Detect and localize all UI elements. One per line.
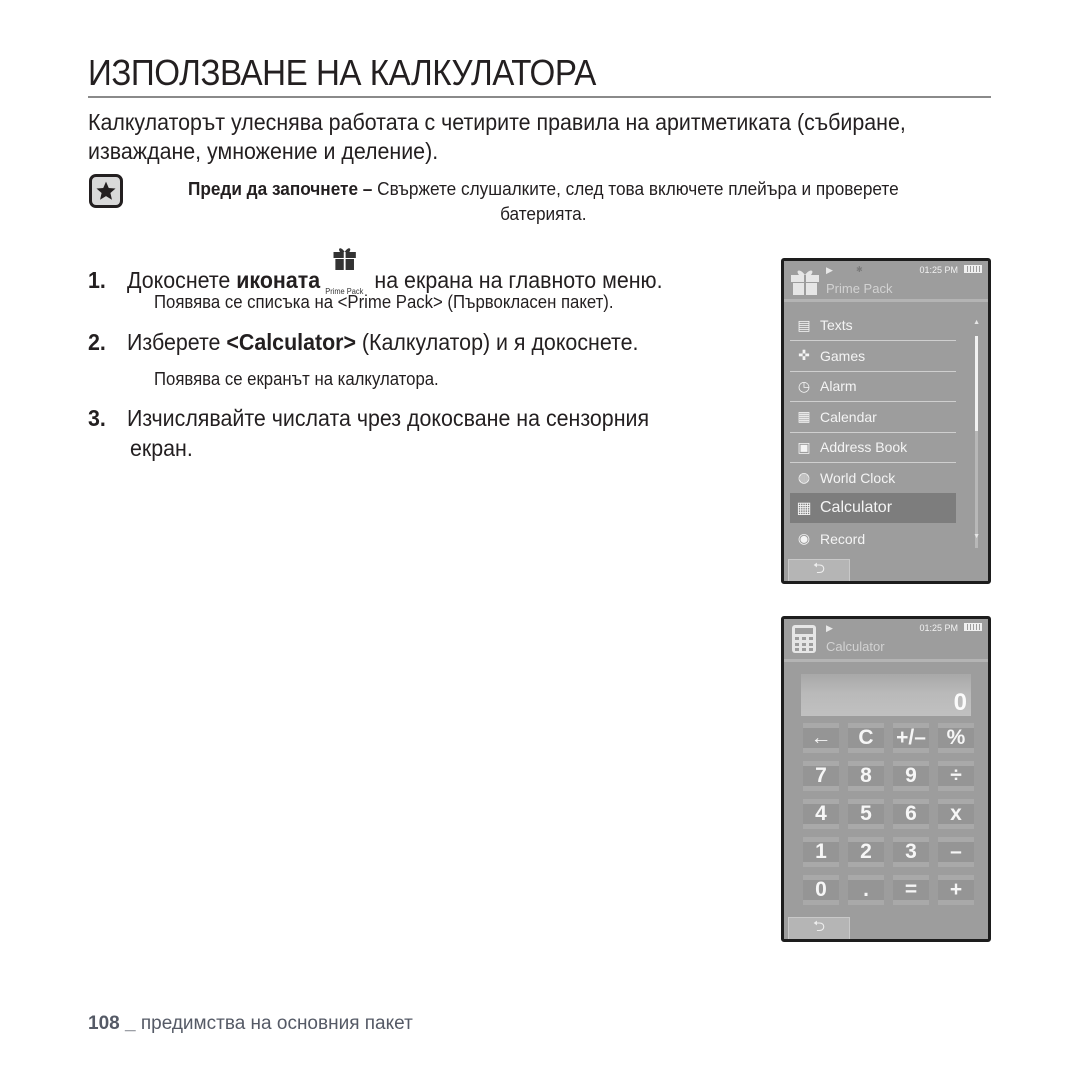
menu-item-calendar[interactable]: ▦ Calendar bbox=[790, 402, 956, 432]
star-icon bbox=[89, 174, 123, 208]
step-3: 3. Изчислявайте числата чрез докосване на… bbox=[88, 404, 649, 433]
step-text: Докоснете bbox=[127, 267, 237, 294]
menu-item-record[interactable]: ◉ Record bbox=[790, 524, 956, 554]
menu-item-world-clock[interactable]: ◍ World Clock bbox=[790, 463, 956, 493]
key-9[interactable]: 9 bbox=[893, 761, 929, 791]
key-clear[interactable]: C bbox=[848, 723, 884, 753]
key-0[interactable]: 0 bbox=[803, 875, 839, 905]
screen-title: Prime Pack bbox=[826, 281, 893, 296]
play-icon: ▶ bbox=[826, 265, 833, 275]
intro-paragraph: Калкулаторът улеснява работата с четирит… bbox=[88, 109, 906, 164]
step-text: Изберете bbox=[127, 329, 227, 355]
menu-item-texts[interactable]: ▤ Texts bbox=[790, 310, 956, 340]
note-text: Преди да започнете – Свържете слушалките… bbox=[162, 176, 925, 226]
menu-item-label: Record bbox=[820, 530, 866, 547]
step-1-result: Появява се списъка на <Prime Pack> (Първ… bbox=[154, 292, 614, 312]
key-6[interactable]: 6 bbox=[893, 799, 929, 829]
page-footer: 108 _ предимства на основния пакет bbox=[88, 1013, 413, 1035]
step-bold-text: иконата bbox=[236, 267, 321, 294]
note-label: Преди да започнете – bbox=[187, 178, 373, 199]
title-divider bbox=[88, 96, 991, 98]
microphone-icon: ◉ bbox=[797, 530, 811, 546]
calculator-screen: ▶ 01:25 PM Calculator 0 ← C +/–% 7 8 9 ÷ 4 5 6 x 1 2… bbox=[781, 616, 991, 942]
globe-icon: ◍ bbox=[797, 469, 811, 485]
key-8[interactable]: 8 bbox=[848, 761, 884, 791]
header-divider bbox=[784, 659, 988, 662]
footer-separator: _ bbox=[124, 1013, 136, 1034]
calculator-icon bbox=[790, 624, 820, 654]
key-multiply[interactable]: x bbox=[938, 799, 974, 829]
step-text: Изчислявайте числата чрез докосване на с… bbox=[127, 405, 650, 431]
page-number: 108 bbox=[88, 1013, 120, 1034]
status-bar: ▶ 01:25 PM Calculator bbox=[784, 619, 988, 657]
key-7[interactable]: 7 bbox=[803, 761, 839, 791]
menu-item-label: Texts bbox=[820, 317, 853, 333]
step-3-continued: екран. bbox=[130, 435, 193, 461]
step-bold-text: <Calculator> bbox=[226, 329, 356, 355]
calculator-icon: ▦ bbox=[796, 500, 812, 517]
menu-item-address-book[interactable]: ▣ Address Book bbox=[790, 432, 956, 462]
back-button[interactable]: ⮌ bbox=[788, 917, 850, 939]
page-title: ИЗПОЛЗВАНЕ НА КАЛКУЛАТОРА bbox=[88, 52, 596, 93]
key-minus[interactable]: – bbox=[938, 837, 974, 867]
key-5[interactable]: 5 bbox=[848, 799, 884, 829]
menu-item-label: Address Book bbox=[820, 439, 908, 455]
key-1[interactable]: 1 bbox=[803, 837, 839, 867]
bluetooth-icon: ✱ bbox=[856, 265, 863, 274]
key-backspace[interactable]: ← bbox=[803, 723, 839, 753]
menu-item-calculator[interactable]: ▦ Calculator bbox=[790, 493, 956, 523]
step-2: 2. Изберете <Calculator> (Калкулатор) и я… bbox=[88, 328, 638, 357]
step-text-end: (Калкулатор) и я докоснете. bbox=[355, 329, 639, 355]
back-arrow-icon: ⮌ bbox=[812, 918, 825, 935]
prime-pack-screen: ▶ ✱ 01:25 PM Prime Pack ▤ Texts ✜ Games ◷ Ala… bbox=[781, 258, 991, 584]
battery-icon bbox=[964, 265, 982, 273]
key-2[interactable]: 2 bbox=[848, 837, 884, 867]
back-button[interactable]: ⮌ bbox=[788, 559, 850, 581]
calculator-display: 0 bbox=[801, 674, 971, 716]
step-number: 2. bbox=[88, 329, 106, 355]
play-icon: ▶ bbox=[826, 623, 833, 633]
address-book-icon: ▣ bbox=[797, 438, 811, 455]
menu-item-label: Games bbox=[820, 347, 866, 364]
back-arrow-icon: ⮌ bbox=[812, 560, 825, 577]
menu-item-label: World Clock bbox=[820, 469, 896, 486]
clock-time: 01:25 PM bbox=[919, 265, 958, 275]
header-divider bbox=[784, 299, 988, 302]
step-2-result: Появява се екранът на калкулатора. bbox=[154, 369, 439, 389]
key-3[interactable]: 3 bbox=[893, 837, 929, 867]
key-divide[interactable]: ÷ bbox=[938, 761, 974, 791]
alarm-icon: ◷ bbox=[797, 377, 811, 394]
step-number: 1. bbox=[88, 267, 106, 294]
calendar-icon: ▦ bbox=[797, 408, 811, 424]
key-sign[interactable]: +/– bbox=[893, 723, 929, 753]
gamepad-icon: ✜ bbox=[798, 347, 810, 363]
menu-item-label: Alarm bbox=[820, 378, 857, 394]
clock-time: 01:25 PM bbox=[919, 623, 958, 633]
key-plus[interactable]: + bbox=[938, 875, 974, 905]
battery-icon bbox=[964, 623, 982, 631]
scrollbar-thumb[interactable] bbox=[975, 336, 978, 431]
key-equals[interactable]: = bbox=[893, 875, 929, 905]
menu-item-label: Calculator bbox=[820, 499, 893, 516]
section-name: предимства на основния пакет bbox=[140, 1013, 413, 1034]
gift-icon bbox=[790, 266, 820, 296]
note-body: Свържете слушалките, след това включете … bbox=[377, 178, 899, 224]
step-text-end: на екрана на главното меню. bbox=[368, 267, 663, 294]
key-percent[interactable]: % bbox=[938, 723, 974, 753]
scroll-down-arrow[interactable]: ▼ bbox=[973, 533, 980, 540]
menu-item-label: Calendar bbox=[820, 408, 877, 425]
menu-item-alarm[interactable]: ◷ Alarm bbox=[790, 371, 956, 401]
key-decimal[interactable]: . bbox=[848, 875, 884, 905]
scroll-up-arrow[interactable]: ▲ bbox=[973, 319, 980, 326]
document-icon: ▤ bbox=[797, 316, 811, 333]
step-number: 3. bbox=[88, 405, 106, 431]
menu-item-games[interactable]: ✜ Games bbox=[790, 341, 956, 371]
screen-title: Calculator bbox=[826, 639, 885, 654]
key-4[interactable]: 4 bbox=[803, 799, 839, 829]
status-bar: ▶ ✱ 01:25 PM Prime Pack bbox=[784, 261, 988, 299]
